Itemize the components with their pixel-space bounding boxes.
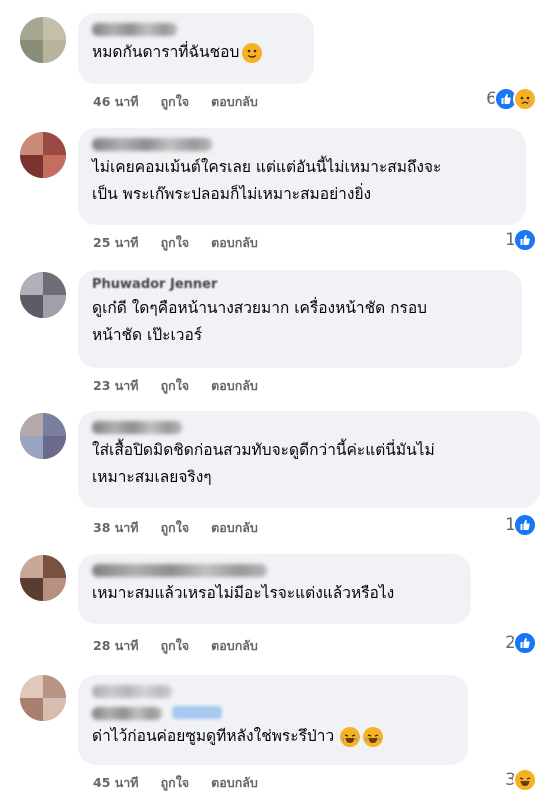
like-icon bbox=[513, 631, 537, 655]
comment-text: หมดกันดาราที่ฉันชอบ bbox=[92, 43, 240, 61]
comment-bubble: ด่าไว้ก่อนค่อยซูมดูทีหลังใช่พระรึป่าว bbox=[78, 675, 468, 765]
comment-meta: 23 นาที ถูกใจ ตอบกลับ bbox=[93, 376, 258, 396]
comment-text-line: เป็น พระเก๊พระปลอมก็ไม่เหมาะสมอย่างยิ่ง bbox=[92, 185, 372, 203]
author-name-blurred[interactable] bbox=[92, 23, 177, 36]
like-action[interactable]: ถูกใจ bbox=[161, 92, 190, 112]
reaction-summary[interactable]: 3 bbox=[505, 768, 537, 792]
comment-time[interactable]: 28 นาที bbox=[93, 636, 139, 656]
comment-time[interactable]: 23 นาที bbox=[93, 376, 139, 396]
reaction-summary[interactable]: 6 bbox=[486, 87, 537, 111]
comment-time[interactable]: 25 นาที bbox=[93, 233, 139, 253]
comment-meta: 25 นาที ถูกใจ ตอบกลับ bbox=[93, 233, 258, 253]
comment-meta: 45 นาที ถูกใจ ตอบกลับ bbox=[93, 773, 258, 793]
comment-bubble: เหมาะสมแล้วเหรอไม่มีอะไรจะแต่งแล้วหรือไง bbox=[78, 554, 471, 624]
reaction-summary[interactable]: 1 bbox=[505, 228, 537, 252]
like-icon bbox=[513, 228, 537, 252]
comment-bubble: หมดกันดาราที่ฉันชอบ bbox=[78, 13, 314, 84]
author-name-blurred[interactable] bbox=[92, 421, 182, 434]
comment-text: ด่าไว้ก่อนค่อยซูมดูทีหลังใช่พระรึป่าว bbox=[92, 727, 335, 745]
author-name-blurred[interactable] bbox=[92, 685, 172, 698]
avatar[interactable] bbox=[20, 132, 66, 178]
reply-action[interactable]: ตอบกลับ bbox=[211, 518, 258, 538]
author-name-blurred[interactable] bbox=[92, 564, 267, 577]
comment-text-line: หน้าชัด เป๊ะเวอร์ bbox=[92, 326, 203, 344]
comment-time[interactable]: 38 นาที bbox=[93, 518, 139, 538]
like-action[interactable]: ถูกใจ bbox=[161, 518, 190, 538]
slightly-smiling-face-icon bbox=[242, 42, 263, 63]
reply-action[interactable]: ตอบกลับ bbox=[211, 636, 258, 656]
comment-text-line: ใส่เสื้อปิดมิดชิดก่อนสวมทับจะดูดีกว่านี้… bbox=[92, 441, 435, 459]
comment-time[interactable]: 45 นาที bbox=[93, 773, 139, 793]
tagged-name-blurred[interactable] bbox=[172, 706, 222, 719]
like-action[interactable]: ถูกใจ bbox=[161, 233, 190, 253]
comment-meta: 38 นาที ถูกใจ ตอบกลับ bbox=[93, 518, 258, 538]
comment-bubble: Phuwador Jenner ดูเก๋ดี ใดๆคือหน้านางสวย… bbox=[78, 270, 522, 368]
reply-action[interactable]: ตอบกลับ bbox=[211, 92, 258, 112]
avatar[interactable] bbox=[20, 555, 66, 601]
reaction-summary[interactable]: 2 bbox=[505, 631, 537, 655]
reply-action[interactable]: ตอบกลับ bbox=[211, 376, 258, 396]
like-action[interactable]: ถูกใจ bbox=[161, 376, 190, 396]
avatar[interactable] bbox=[20, 675, 66, 721]
comment-bubble: ใส่เสื้อปิดมิดชิดก่อนสวมทับจะดูดีกว่านี้… bbox=[78, 411, 540, 508]
comment-text-line: ดูเก๋ดี ใดๆคือหน้านางสวยมาก เครื่องหน้าช… bbox=[92, 299, 427, 317]
comment-text-line: เหมาะสมเลยจริงๆ bbox=[92, 468, 212, 486]
avatar[interactable] bbox=[20, 17, 66, 63]
comment-time[interactable]: 46 นาที bbox=[93, 92, 139, 112]
comment-meta: 46 นาที ถูกใจ ตอบกลับ bbox=[93, 92, 258, 112]
comment-meta: 28 นาที ถูกใจ ตอบกลับ bbox=[93, 636, 258, 656]
like-icon bbox=[513, 513, 537, 537]
reply-action[interactable]: ตอบกลับ bbox=[211, 233, 258, 253]
like-action[interactable]: ถูกใจ bbox=[161, 636, 190, 656]
comment-text-line: ไม่เคยคอมเม้นต์ใครเลย แต่แต่อันนี้ไม่เหม… bbox=[92, 158, 442, 176]
avatar[interactable] bbox=[20, 413, 66, 459]
author-name-blurred[interactable] bbox=[92, 707, 162, 720]
reply-action[interactable]: ตอบกลับ bbox=[211, 773, 258, 793]
reaction-summary[interactable]: 1 bbox=[505, 513, 537, 537]
laughing-tears-icon bbox=[363, 726, 384, 747]
author-name-blurred[interactable] bbox=[92, 138, 212, 151]
comment-bubble: ไม่เคยคอมเม้นต์ใครเลย แต่แต่อันนี้ไม่เหม… bbox=[78, 128, 526, 225]
author-name[interactable]: Phuwador Jenner bbox=[92, 278, 508, 292]
laughing-tears-icon bbox=[340, 726, 361, 747]
comment-text: เหมาะสมแล้วเหรอไม่มีอะไรจะแต่งแล้วหรือไง bbox=[92, 584, 395, 602]
sad-icon bbox=[513, 87, 537, 111]
avatar[interactable] bbox=[20, 272, 66, 318]
haha-icon bbox=[513, 768, 537, 792]
like-action[interactable]: ถูกใจ bbox=[161, 773, 190, 793]
